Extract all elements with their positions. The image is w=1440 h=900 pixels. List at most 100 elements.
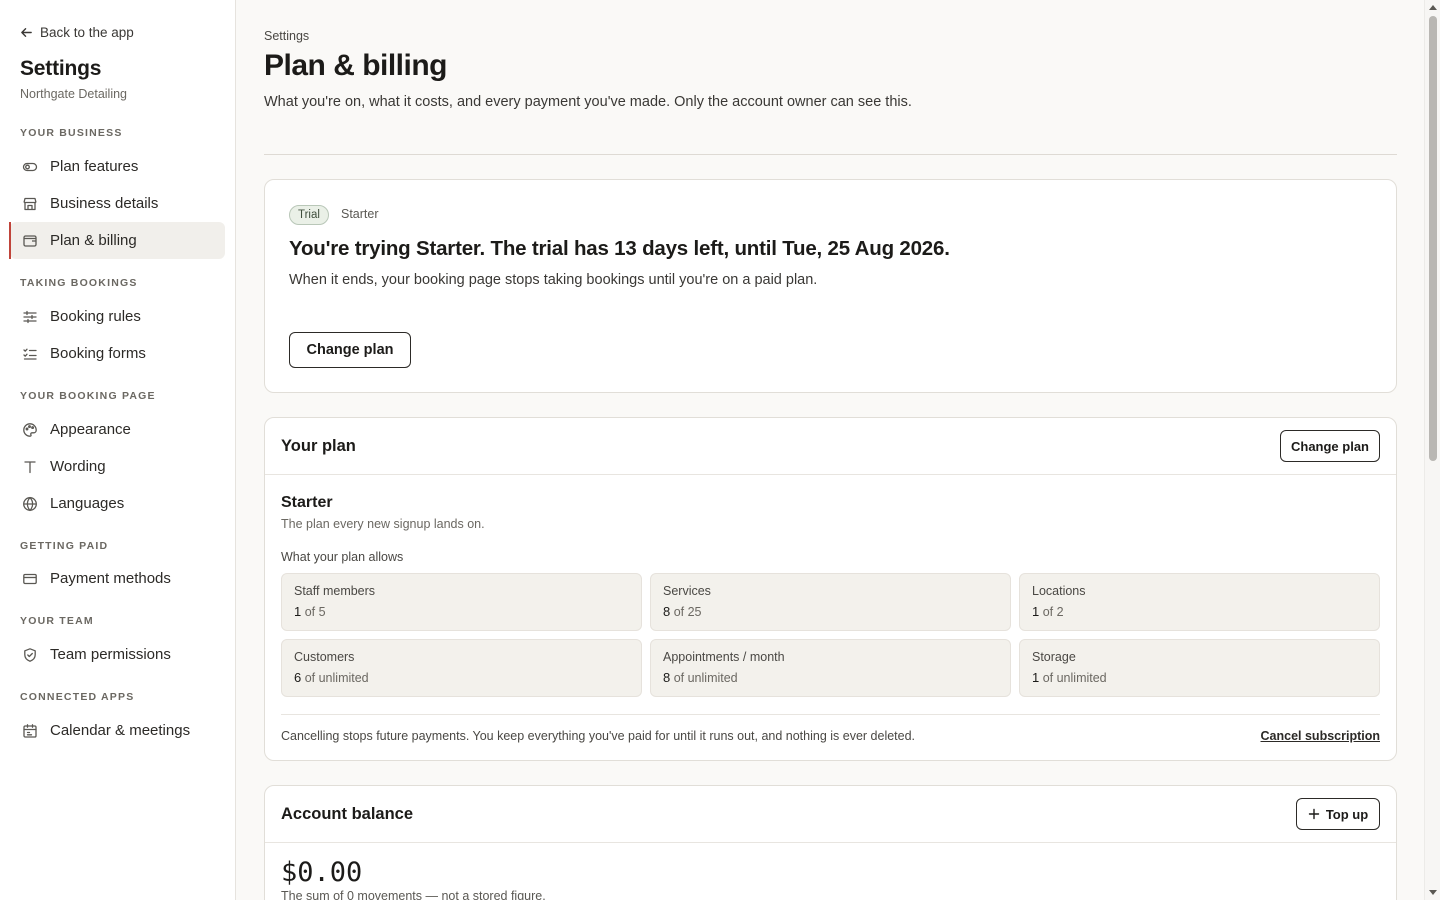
card-header: Your plan Change plan [265, 418, 1396, 475]
section-getting-paid: GETTING PAID [20, 540, 109, 552]
limit-value: 1 of unlimited [1032, 670, 1367, 685]
limit-total: of unlimited [301, 671, 369, 685]
sidebar-item-label: Team permissions [50, 646, 171, 663]
balance-value: $0.00 [281, 857, 363, 888]
wallet-icon [23, 234, 37, 247]
limit-label: Staff members [294, 584, 376, 598]
back-to-app-link[interactable]: Back to the app [20, 25, 134, 40]
limit-tile: Customers 6 of unlimited [281, 639, 642, 697]
limit-value: 1 of 5 [294, 604, 629, 619]
limit-label: Storage [1032, 650, 1076, 664]
credit-card-icon [23, 573, 37, 584]
account-balance-card: Account balance Top up $0.00 The sum of … [264, 785, 1397, 900]
limit-tile: Storage 1 of unlimited [1019, 639, 1380, 697]
sidebar-item-label: Plan features [50, 158, 139, 175]
trial-card: Trial Starter You're trying Starter. The… [264, 179, 1397, 393]
your-plan-card: Your plan Change plan Starter The plan e… [264, 417, 1397, 761]
limit-label: Customers [294, 650, 355, 664]
scroll-down-arrow-icon[interactable] [1429, 890, 1437, 895]
page-title: Plan & billing [264, 49, 448, 82]
cancel-subscription-link[interactable]: Cancel subscription [1261, 729, 1380, 743]
back-label: Back to the app [40, 25, 134, 40]
sidebar-item-label: Plan & billing [50, 232, 137, 249]
arrow-left-icon [21, 28, 32, 37]
sidebar-item-team-permissions[interactable]: Team permissions [10, 636, 225, 673]
sidebar-item-label: Booking forms [50, 345, 146, 362]
limit-label: Appointments / month [663, 650, 785, 664]
limit-value: 8 of unlimited [663, 670, 998, 685]
sidebar-item-payment-methods[interactable]: Payment methods [10, 560, 225, 597]
section-your-booking-page: YOUR BOOKING PAGE [20, 390, 156, 402]
balance-subtitle: The sum of 0 movements — not a stored fi… [281, 889, 546, 900]
limit-label: Services [663, 584, 711, 598]
sidebar-item-label: Payment methods [50, 570, 171, 587]
limit-total: of unlimited [670, 671, 738, 685]
plus-icon [1308, 808, 1320, 820]
limit-total: of 5 [301, 605, 326, 619]
sidebar-item-label: Languages [50, 495, 125, 512]
trial-heading: You're trying Starter. The trial has 13 … [289, 237, 950, 260]
card-title: Account balance [281, 805, 414, 823]
limit-total: of 25 [670, 605, 702, 619]
trial-plan-name: Starter [341, 207, 379, 221]
limit-total: of unlimited [1039, 671, 1107, 685]
limit-value: 8 of 25 [663, 604, 998, 619]
checklist-icon [23, 348, 37, 360]
card-header: Account balance Top up [265, 786, 1396, 843]
scrollbar-thumb[interactable] [1429, 16, 1437, 461]
limit-value: 1 of 2 [1032, 604, 1367, 619]
sidebar-item-plan-features[interactable]: Plan features [10, 148, 225, 185]
sidebar-item-label: Business details [50, 195, 159, 212]
sidebar-item-appearance[interactable]: Appearance [10, 411, 225, 448]
trial-body: When it ends, your booking page stops ta… [289, 272, 818, 288]
sidebar-item-label: Wording [50, 458, 106, 475]
plan-allows-label: What your plan allows [281, 550, 404, 564]
sidebar-item-label: Calendar & meetings [50, 722, 191, 739]
sidebar-item-calendar-meetings[interactable]: Calendar & meetings [10, 712, 225, 749]
globe-icon [23, 496, 37, 511]
trial-badge: Trial [289, 205, 329, 225]
sidebar-item-plan-billing[interactable]: Plan & billing [9, 222, 225, 259]
top-up-button[interactable]: Top up [1296, 798, 1380, 830]
calendar-icon [23, 723, 37, 738]
sidebar-item-booking-forms[interactable]: Booking forms [10, 335, 225, 372]
text-icon [24, 460, 36, 473]
section-your-team: YOUR TEAM [20, 615, 94, 627]
divider [281, 714, 1380, 715]
change-plan-button[interactable]: Change plan [289, 332, 411, 368]
sidebar-item-languages[interactable]: Languages [10, 485, 225, 522]
section-taking-bookings: TAKING BOOKINGS [20, 277, 138, 289]
sidebar-item-label: Booking rules [50, 308, 141, 325]
limit-tile: Locations 1 of 2 [1019, 573, 1380, 631]
plan-description: The plan every new signup lands on. [281, 517, 485, 531]
section-connected-apps: CONNECTED APPS [20, 691, 135, 703]
sidebar-item-booking-rules[interactable]: Booking rules [10, 298, 225, 335]
scroll-up-arrow-icon[interactable] [1429, 5, 1437, 10]
section-your-business: YOUR BUSINESS [20, 127, 123, 139]
sliders-icon [23, 310, 37, 323]
limit-total: of 2 [1039, 605, 1064, 619]
settings-sidebar: Back to the app Settings Northgate Detai… [0, 0, 236, 900]
toggle-icon [22, 162, 38, 171]
main-content: Settings Plan & billing What you're on, … [236, 0, 1424, 900]
breadcrumb: Settings [264, 29, 310, 43]
page-intro: What you're on, what it costs, and every… [264, 94, 912, 110]
sidebar-item-label: Appearance [50, 421, 131, 438]
limit-tile: Appointments / month 8 of unlimited [650, 639, 1011, 697]
shield-check-icon [24, 647, 36, 662]
cancel-note: Cancelling stops future payments. You ke… [281, 729, 916, 743]
sidebar-title: Settings [20, 57, 102, 80]
limit-tile: Services 8 of 25 [650, 573, 1011, 631]
change-plan-button[interactable]: Change plan [1279, 430, 1380, 462]
page-scrollbar[interactable] [1424, 0, 1440, 900]
sidebar-item-business-details[interactable]: Business details [10, 185, 225, 222]
store-icon [23, 197, 37, 210]
business-name: Northgate Detailing [20, 87, 128, 101]
card-title: Your plan [281, 437, 356, 455]
top-up-label: Top up [1325, 806, 1369, 822]
plan-name: Starter [281, 494, 333, 511]
palette-icon [23, 422, 37, 437]
limit-value: 6 of unlimited [294, 670, 629, 685]
sidebar-item-wording[interactable]: Wording [10, 448, 225, 485]
limit-tile: Staff members 1 of 5 [281, 573, 642, 631]
